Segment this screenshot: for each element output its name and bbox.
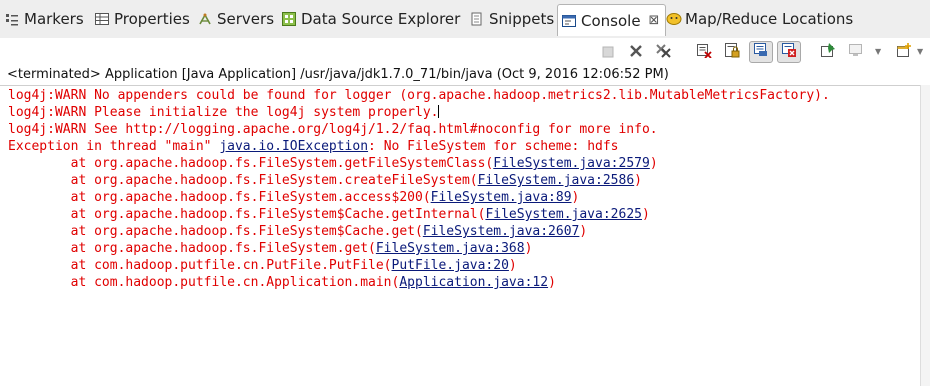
source-link[interactable]: PutFile.java:20 — [392, 258, 509, 273]
vertical-scrollbar[interactable] — [920, 85, 930, 386]
scroll-lock-icon — [724, 42, 740, 62]
log-warning-line: log4j:WARN No appenders could be found f… — [8, 88, 830, 103]
open-console-button[interactable] — [893, 42, 915, 62]
tab-label: Servers — [217, 10, 275, 28]
view-tab-bar: Markers Properties Servers Data Source E… — [0, 0, 930, 38]
snippets-icon — [470, 12, 484, 26]
launch-status-label: <terminated> Application [Java Applicati… — [7, 67, 669, 82]
source-link[interactable]: FileSystem.java:368 — [376, 241, 525, 256]
tab-label: Properties — [114, 10, 190, 28]
source-link[interactable]: FileSystem.java:2607 — [423, 224, 580, 239]
tab-label: Map/Reduce Locations — [685, 10, 854, 28]
tab-snippets[interactable]: Snippets — [470, 5, 554, 33]
console-output[interactable]: log4j:WARN No appenders could be found f… — [0, 85, 921, 387]
console-icon — [562, 14, 576, 28]
tab-servers[interactable]: Servers — [198, 5, 274, 33]
properties-icon — [95, 12, 109, 26]
stack-frame-line: at com.hadoop.putfile.cn.Application.mai… — [8, 275, 556, 290]
remove-all-terminated-button[interactable] — [653, 42, 675, 62]
show-console-on-stdout-icon — [753, 42, 769, 62]
close-icon[interactable]: ⊠ — [649, 13, 660, 28]
pin-console-icon — [820, 42, 836, 62]
tab-label: Data Source Explorer — [301, 10, 461, 28]
show-console-on-stdout-toggle[interactable] — [749, 41, 773, 63]
tab-map-reduce-locations[interactable]: Map/Reduce Locations — [666, 5, 853, 33]
remove-launch-button[interactable] — [625, 42, 647, 62]
source-link[interactable]: FileSystem.java:2586 — [478, 173, 635, 188]
stack-frame-line: at com.hadoop.putfile.cn.PutFile.PutFile… — [8, 258, 517, 273]
clear-console-button[interactable] — [693, 42, 715, 62]
exception-class-link[interactable]: java.io.IOException — [219, 139, 368, 154]
source-link[interactable]: Application.java:12 — [399, 275, 548, 290]
log-warning-line: log4j:WARN See http://logging.apache.org… — [8, 122, 658, 137]
stack-frame-line: at org.apache.hadoop.fs.FileSystem$Cache… — [8, 207, 650, 222]
tab-data-source-explorer[interactable]: Data Source Explorer — [282, 5, 460, 33]
tab-label: Console — [581, 11, 641, 30]
text-caret — [438, 105, 440, 118]
show-console-on-stderr-icon — [781, 42, 797, 62]
console-toolbar: ▼ ▼ — [0, 38, 930, 66]
display-selected-console-icon — [848, 42, 864, 62]
show-console-on-stderr-toggle[interactable] — [777, 41, 801, 63]
log-warning-line: log4j:WARN Please initialize the log4j s… — [8, 105, 440, 120]
tab-properties[interactable]: Properties — [95, 5, 190, 33]
open-console-icon — [896, 42, 912, 62]
tab-label: Markers — [24, 10, 84, 28]
source-link[interactable]: FileSystem.java:89 — [431, 190, 572, 205]
source-link[interactable]: FileSystem.java:2579 — [493, 156, 650, 171]
data-source-explorer-icon — [282, 12, 296, 26]
chevron-down-icon[interactable]: ▼ — [917, 47, 923, 56]
tab-label: Snippets — [489, 10, 555, 28]
tab-markers[interactable]: Markers — [5, 5, 84, 33]
display-selected-console-button[interactable] — [845, 42, 867, 62]
terminate-icon — [602, 43, 614, 62]
stack-frame-line: at org.apache.hadoop.fs.FileSystem.get(F… — [8, 241, 533, 256]
markers-icon — [5, 12, 19, 26]
terminate-button[interactable] — [597, 42, 619, 62]
servers-icon — [198, 12, 212, 26]
stack-frame-line: at org.apache.hadoop.fs.FileSystem.getFi… — [8, 156, 658, 171]
remove-launch-icon — [629, 43, 643, 62]
remove-all-terminated-icon — [656, 43, 672, 62]
clear-console-icon — [696, 42, 712, 62]
stack-frame-line: at org.apache.hadoop.fs.FileSystem.acces… — [8, 190, 580, 205]
stack-frame-line: at org.apache.hadoop.fs.FileSystem.creat… — [8, 173, 642, 188]
source-link[interactable]: FileSystem.java:2625 — [485, 207, 642, 222]
tab-console[interactable]: Console ⊠ — [557, 4, 667, 36]
exception-line: Exception in thread "main" java.io.IOExc… — [8, 139, 619, 154]
pin-console-button[interactable] — [817, 42, 839, 62]
scroll-lock-button[interactable] — [721, 42, 743, 62]
chevron-down-icon[interactable]: ▼ — [875, 47, 881, 56]
stack-frame-line: at org.apache.hadoop.fs.FileSystem$Cache… — [8, 224, 588, 239]
map-reduce-locations-icon — [666, 12, 682, 26]
